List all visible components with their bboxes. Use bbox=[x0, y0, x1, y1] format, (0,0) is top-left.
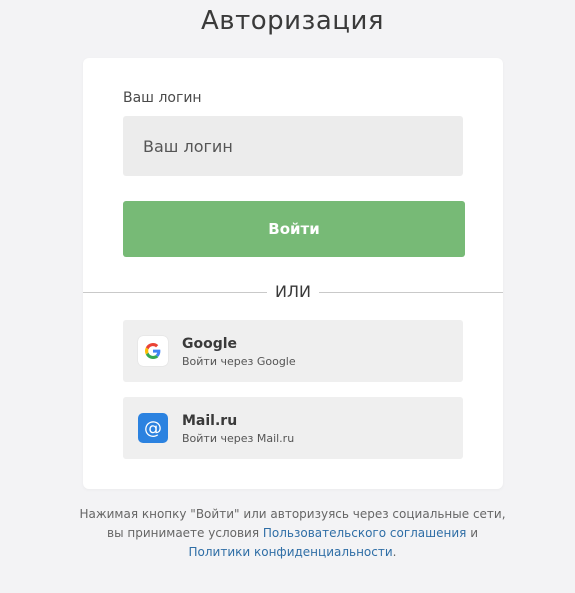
privacy-policy-link[interactable]: Политики конфиденциальности bbox=[189, 545, 393, 559]
login-card: Ваш логин Войти ИЛИ Google Войти через G… bbox=[83, 58, 503, 489]
at-sign-icon: @ bbox=[138, 413, 168, 443]
submit-button[interactable]: Войти bbox=[123, 201, 465, 257]
divider-text: ИЛИ bbox=[267, 283, 319, 301]
terms-line-3-suffix: . bbox=[392, 545, 397, 559]
page-title: Авторизация bbox=[200, 6, 385, 36]
login-label: Ваш логин bbox=[123, 90, 202, 106]
google-login-title: Google bbox=[182, 336, 238, 352]
mailru-login-title: Mail.ru bbox=[182, 413, 238, 429]
google-icon bbox=[138, 336, 168, 366]
terms-notice: Нажимая кнопку "Войти" или авторизуясь ч… bbox=[0, 505, 575, 562]
login-input[interactable] bbox=[123, 116, 463, 176]
google-login-subtitle: Войти через Google bbox=[182, 355, 296, 368]
terms-line-2-suffix: и bbox=[466, 526, 478, 540]
mailru-login-button[interactable]: @ Mail.ru Войти через Mail.ru bbox=[123, 397, 463, 459]
google-login-button[interactable]: Google Войти через Google bbox=[123, 320, 463, 382]
terms-line-1: Нажимая кнопку "Войти" или авторизуясь ч… bbox=[79, 507, 506, 521]
user-agreement-link[interactable]: Пользовательского соглашения bbox=[263, 526, 467, 540]
terms-line-2-prefix: вы принимаете условия bbox=[107, 526, 263, 540]
mailru-login-subtitle: Войти через Mail.ru bbox=[182, 432, 295, 445]
